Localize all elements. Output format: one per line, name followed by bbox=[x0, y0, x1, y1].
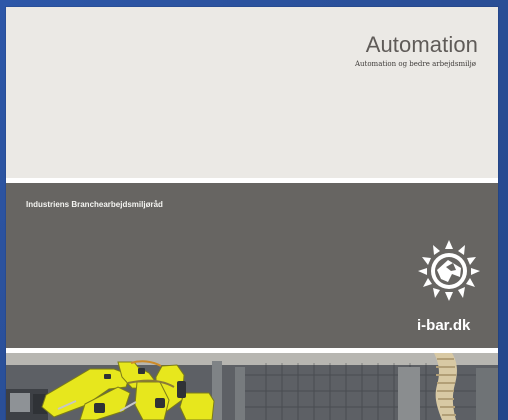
website-url: i-bar.dk bbox=[417, 317, 471, 334]
document-subtitle: Automation og bedre arbejdsmiljø bbox=[354, 60, 476, 68]
screen: { "document": { "title": "Automation", "… bbox=[0, 0, 508, 420]
document-cover: Automation Automation og bedre arbejdsmi… bbox=[6, 7, 498, 420]
industrial-automation-photo bbox=[6, 353, 498, 420]
organization-name: Industriens Branchearbejdsmiljøråd bbox=[26, 200, 163, 209]
sun-emblem-icon bbox=[413, 237, 485, 303]
cover-publisher-band: Industriens Branchearbejdsmiljøråd i-bar… bbox=[6, 183, 498, 348]
document-title: Automation bbox=[365, 32, 478, 57]
cover-title-area: Automation Automation og bedre arbejdsmi… bbox=[6, 7, 498, 178]
